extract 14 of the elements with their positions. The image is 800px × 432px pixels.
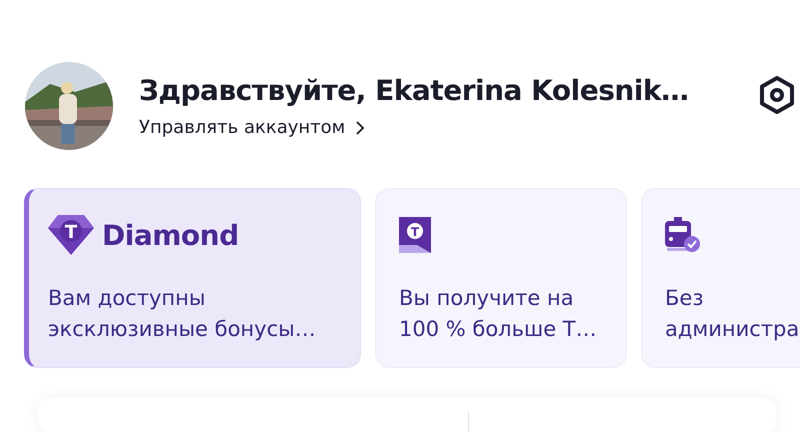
train-icon bbox=[665, 217, 701, 253]
card-title: Diamond bbox=[102, 218, 239, 252]
chevron-right-icon bbox=[355, 120, 366, 134]
manage-account-link[interactable]: Управлять аккаунтом bbox=[139, 117, 719, 138]
benefit-card[interactable]: Т Вы получите на 100 % больше Т… bbox=[375, 188, 627, 368]
card-text: Вы получите на 100 % больше Т… bbox=[399, 285, 598, 343]
greeting-title: Здравствуйте, Ekaterina Kolesnik… bbox=[139, 74, 690, 107]
benefit-card[interactable]: Без администра bbox=[641, 188, 800, 368]
card-text: Вам доступны эксклюзивные бонусы… bbox=[48, 285, 317, 343]
benefit-card[interactable]: Т Diamond Вам доступны эксклюзивные бонусы… bbox=[24, 188, 361, 368]
settings-icon[interactable] bbox=[757, 75, 797, 115]
card-text: Без администра bbox=[665, 285, 800, 343]
flag-icon: Т bbox=[399, 217, 431, 253]
diamond-icon: Т bbox=[48, 215, 94, 255]
